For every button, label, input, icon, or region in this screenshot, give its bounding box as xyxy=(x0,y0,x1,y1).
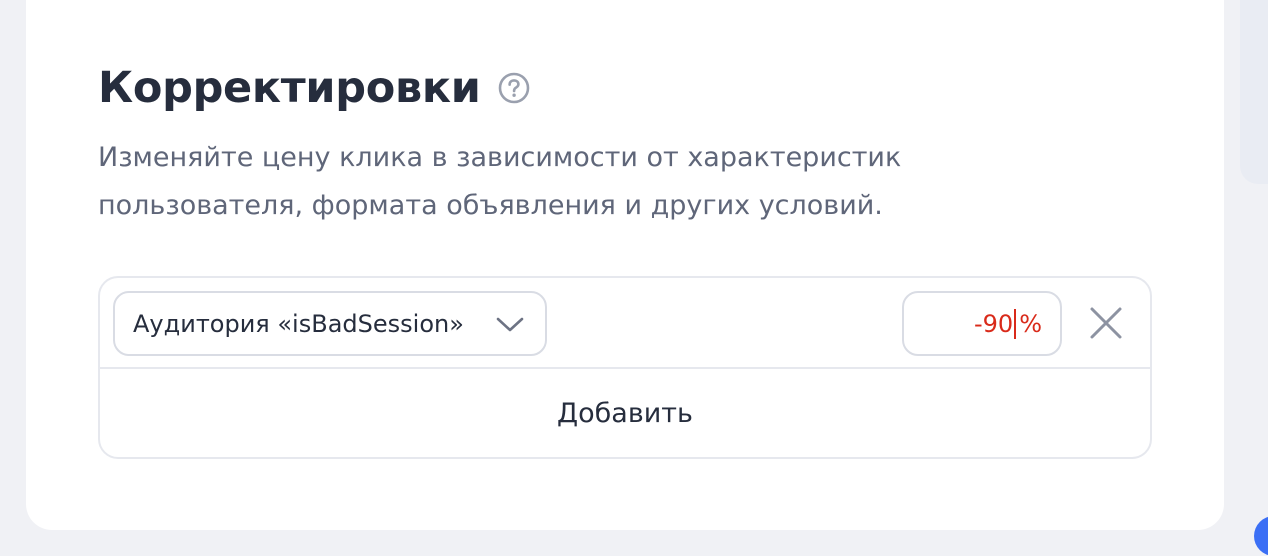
question-circle-icon[interactable] xyxy=(497,71,531,105)
audience-select-value: Аудитория «isBadSession» xyxy=(133,309,464,338)
text-caret xyxy=(1014,308,1017,339)
section-header: Корректировки xyxy=(98,60,531,116)
audience-select[interactable]: Аудитория «isBadSession» xyxy=(113,291,547,356)
percent-input[interactable]: -90% xyxy=(902,291,1062,356)
adjustment-row: Аудитория «isBadSession» -90% xyxy=(100,278,1150,369)
close-icon[interactable] xyxy=(1088,305,1124,341)
section-description: Изменяйте цену клика в зависимости от ха… xyxy=(98,142,902,221)
percent-unit: % xyxy=(1019,309,1042,338)
side-panel xyxy=(1240,0,1268,184)
percent-value: -90 xyxy=(973,309,1014,338)
section-title: Корректировки xyxy=(98,63,481,113)
add-adjustment-button[interactable]: Добавить xyxy=(100,369,1150,457)
chevron-down-icon xyxy=(496,317,524,332)
floating-action-button[interactable] xyxy=(1254,516,1268,556)
adjustments-list: Аудитория «isBadSession» -90% Добавить xyxy=(98,276,1152,459)
